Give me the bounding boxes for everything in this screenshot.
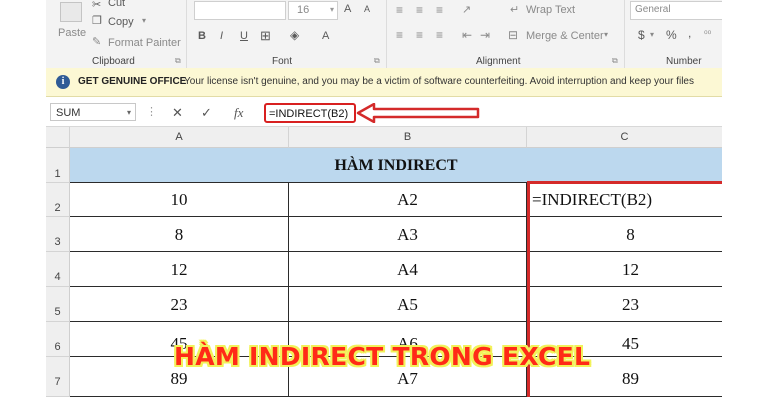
- bold-button[interactable]: B: [198, 30, 206, 42]
- cell-b3[interactable]: A3: [289, 217, 527, 252]
- underline-button[interactable]: U: [240, 30, 248, 42]
- paste-button[interactable]: Paste: [58, 27, 86, 39]
- row-header-5[interactable]: 5: [46, 287, 70, 322]
- dialog-launcher-icon[interactable]: ⧉: [175, 56, 181, 66]
- currency-button[interactable]: $: [638, 28, 645, 42]
- cell-b5[interactable]: A5: [289, 287, 527, 322]
- cell-a3[interactable]: 8: [70, 217, 289, 252]
- align-bottom-icon[interactable]: ≡: [436, 3, 443, 17]
- row-header-6[interactable]: 6: [46, 322, 70, 357]
- row-header-1[interactable]: 1: [46, 148, 70, 183]
- wrap-text-button[interactable]: Wrap Text: [526, 4, 575, 16]
- row-header-2[interactable]: 2: [46, 183, 70, 217]
- chevron-down-icon: ▾: [329, 5, 334, 14]
- row-header-7[interactable]: 7: [46, 357, 70, 397]
- copy-button[interactable]: Copy: [108, 16, 134, 28]
- format-painter-icon: ✎: [92, 36, 102, 48]
- formula-bar-grip-icon: ⋮: [146, 106, 157, 118]
- italic-button[interactable]: I: [220, 30, 223, 42]
- genuine-office-infobar: i GET GENUINE OFFICE Your license isn't …: [46, 68, 722, 97]
- align-middle-icon[interactable]: ≡: [416, 3, 423, 17]
- chevron-down-icon: ▾: [604, 30, 609, 39]
- infobar-message: Your license isn't genuine, and you may …: [184, 76, 694, 87]
- cell-b4[interactable]: A4: [289, 252, 527, 287]
- font-name-select[interactable]: [194, 1, 286, 20]
- column-header-c[interactable]: C: [527, 127, 722, 148]
- cut-button[interactable]: Cut: [108, 0, 125, 9]
- formula-input[interactable]: =INDIRECT(B2): [264, 103, 356, 123]
- copy-icon: ❐: [92, 15, 102, 27]
- merge-center-button[interactable]: Merge & Center: [526, 30, 604, 42]
- wrap-text-icon: ↵: [510, 4, 520, 16]
- formula-bar: SUM ▾ ⋮ ✕ ✓ fx =INDIRECT(B2): [46, 100, 722, 127]
- decrease-indent-icon[interactable]: ⇤: [462, 28, 472, 42]
- format-painter-button[interactable]: Format Painter: [108, 37, 181, 49]
- align-left-icon[interactable]: ≡: [396, 28, 403, 42]
- comma-button[interactable]: ,: [688, 26, 691, 40]
- merged-title-cell[interactable]: HÀM INDIRECT: [70, 148, 722, 183]
- dialog-launcher-icon[interactable]: ⧉: [612, 56, 618, 66]
- font-group-label: Font: [272, 56, 293, 67]
- info-icon: i: [56, 75, 70, 89]
- borders-icon[interactable]: ⊞: [260, 28, 271, 44]
- grow-font-button[interactable]: A: [344, 3, 351, 15]
- overlay-caption: HÀM INDIRECT TRONG EXCEL: [174, 342, 591, 371]
- cell-a2[interactable]: 10: [70, 183, 289, 217]
- chevron-down-icon: ▾: [142, 16, 147, 25]
- dialog-launcher-icon[interactable]: ⧉: [374, 56, 380, 66]
- number-format-value: General: [635, 4, 671, 15]
- cell-a5[interactable]: 23: [70, 287, 289, 322]
- excel-window: Paste ✂ Cut ❐ Copy ▾ ✎ Format Painter Cl…: [46, 0, 722, 397]
- clipboard-group-label: Clipboard: [92, 56, 135, 67]
- font-size-select[interactable]: 16 ▾: [288, 1, 338, 20]
- shrink-font-button[interactable]: A: [364, 4, 370, 14]
- chevron-down-icon: ▾: [126, 108, 131, 117]
- paste-icon: [60, 2, 82, 22]
- alignment-group-label: Alignment: [476, 56, 521, 67]
- ribbon: Paste ✂ Cut ❐ Copy ▾ ✎ Format Painter Cl…: [46, 0, 722, 69]
- enter-icon[interactable]: ✓: [201, 105, 212, 121]
- column-header-a[interactable]: A: [70, 127, 289, 148]
- insert-function-icon[interactable]: fx: [234, 105, 243, 121]
- red-arrow-annotation: [356, 103, 480, 123]
- font-size-value: 16: [297, 4, 310, 16]
- merge-center-icon: ⊟: [508, 28, 519, 42]
- number-format-select[interactable]: General: [630, 1, 722, 20]
- fill-color-icon[interactable]: ◈: [290, 28, 299, 42]
- orientation-icon[interactable]: ↗: [462, 3, 471, 16]
- select-all-corner[interactable]: [46, 127, 70, 148]
- cancel-icon[interactable]: ✕: [172, 105, 183, 121]
- increase-decimal-icon[interactable]: ⁰⁰: [704, 29, 711, 40]
- row-header-4[interactable]: 4: [46, 252, 70, 287]
- chevron-down-icon: ▾: [650, 30, 655, 39]
- divider: [386, 0, 387, 68]
- align-right-icon[interactable]: ≡: [436, 28, 443, 42]
- cell-b2[interactable]: A2: [289, 183, 527, 217]
- increase-indent-icon[interactable]: ⇥: [480, 28, 490, 42]
- number-group-label: Number: [666, 56, 702, 67]
- align-center-icon[interactable]: ≡: [416, 28, 423, 42]
- divider: [186, 0, 187, 68]
- align-top-icon[interactable]: ≡: [396, 3, 403, 17]
- infobar-title: GET GENUINE OFFICE: [78, 76, 187, 87]
- name-box-value: SUM: [56, 107, 81, 119]
- percent-button[interactable]: %: [666, 28, 677, 42]
- column-header-b[interactable]: B: [289, 127, 527, 148]
- scissors-icon: ✂: [92, 0, 102, 11]
- cell-a4[interactable]: 12: [70, 252, 289, 287]
- name-box[interactable]: SUM ▾: [50, 103, 136, 121]
- font-color-button[interactable]: A: [322, 30, 329, 42]
- divider: [624, 0, 625, 68]
- row-header-3[interactable]: 3: [46, 217, 70, 252]
